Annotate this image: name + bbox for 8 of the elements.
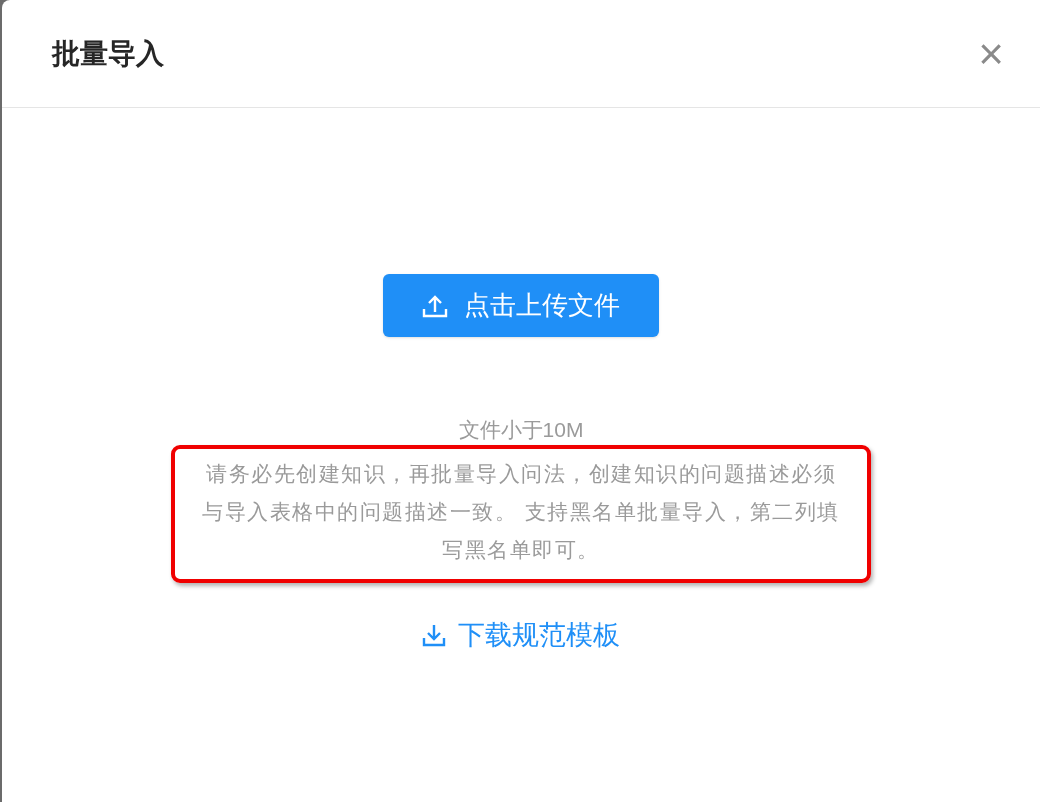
size-hint: 文件小于10M <box>458 417 584 443</box>
dialog-title: 批量导入 <box>52 36 164 71</box>
close-button[interactable]: × <box>978 31 1004 76</box>
template-download-link[interactable]: 下载规范模板 <box>422 615 620 656</box>
upload-icon <box>422 293 448 318</box>
download-icon <box>422 623 446 648</box>
upload-button[interactable]: 点击上传文件 <box>383 274 659 337</box>
notice-text: 请务必先创建知识，再批量导入问法，创建知识的问题描述必须与导入表格中的问题描述一致。 支持黑名单批量导入，第二列填写黑名单即可。 <box>201 461 841 563</box>
